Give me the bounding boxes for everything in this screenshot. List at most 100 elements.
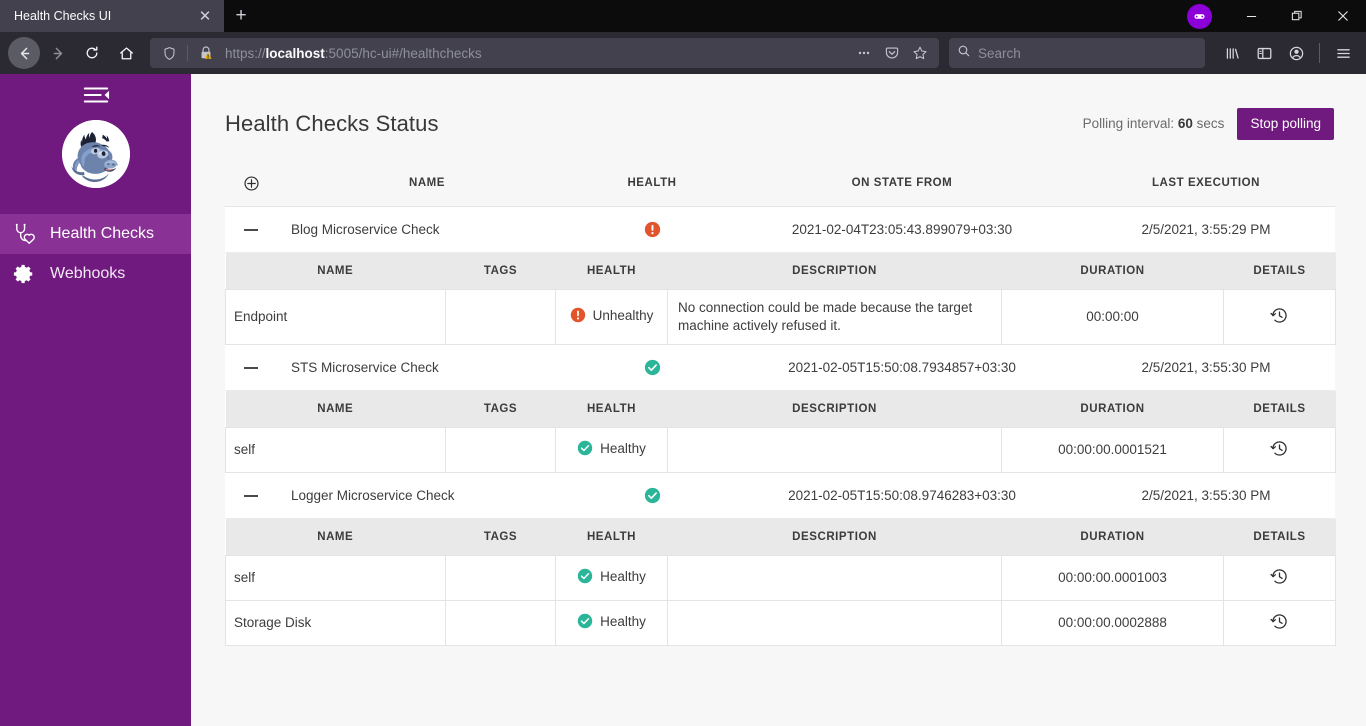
row-name: Logger Microservice Check [277, 472, 577, 519]
detail-entries-table: NAME TAGS HEALTH DESCRIPTION DURATION DETAILS… [225, 390, 1336, 473]
detail-details[interactable] [1223, 426, 1336, 473]
titlebar-right-group [1187, 0, 1366, 32]
polling-interval-text: Polling interval: 60 secs [1083, 116, 1225, 131]
health-status-badge: Unhealthy [570, 307, 654, 323]
detail-description [667, 599, 1002, 646]
minus-icon[interactable] [244, 495, 258, 498]
collapse-row-button[interactable] [225, 472, 277, 519]
detail-header-row: NAME TAGS HEALTH DESCRIPTION DURATION DETAILS [225, 252, 1336, 290]
page-header: Health Checks Status Polling interval: 6… [225, 108, 1334, 140]
close-tab-icon[interactable]: ✕ [192, 3, 218, 29]
minus-icon[interactable] [244, 228, 258, 231]
sidebar-icon[interactable] [1249, 38, 1279, 68]
pocket-icon[interactable] [879, 41, 905, 65]
page-actions-more-icon[interactable] [851, 41, 877, 65]
history-clock-icon[interactable] [1270, 612, 1289, 631]
detail-tags [445, 426, 556, 473]
avatar [61, 120, 130, 188]
detail-column-description: DESCRIPTION [667, 252, 1002, 290]
page-viewport: Health Checks Webhooks Health Checks Sta… [0, 74, 1366, 726]
browser-window: Health Checks UI ✕ + https://localhost:5… [0, 0, 1366, 726]
detail-details[interactable] [1223, 554, 1336, 601]
collapse-menu-icon[interactable] [82, 84, 110, 106]
collapse-row-button[interactable] [225, 206, 277, 253]
detail-column-tags: TAGS [445, 252, 556, 290]
polling-prefix: Polling interval: [1082, 116, 1175, 132]
reload-icon[interactable] [76, 37, 108, 69]
detail-duration: 00:00:00.0001003 [1001, 554, 1224, 601]
history-clock-icon[interactable] [1270, 306, 1289, 325]
detail-row: Storage Disk Healthy 00:00:00.0002888 [225, 599, 1336, 646]
column-header-last-execution: LAST EXECUTION [1077, 161, 1335, 207]
row-last-execution: 2/5/2021, 3:55:30 PM [1077, 344, 1335, 391]
row-name: Blog Microservice Check [277, 206, 577, 253]
detail-column-name: NAME [225, 518, 446, 556]
detail-details[interactable] [1223, 599, 1336, 646]
history-clock-icon[interactable] [1270, 439, 1289, 458]
detail-row: self Healthy 00:00:00.0001003 [225, 554, 1336, 601]
gear-icon [11, 263, 37, 285]
back-arrow-icon[interactable] [8, 37, 40, 69]
row-last-execution: 2/5/2021, 3:55:29 PM [1077, 206, 1335, 253]
collapse-row-button[interactable] [225, 344, 277, 391]
sidebar-item-health-checks[interactable]: Health Checks [0, 214, 191, 254]
detail-details[interactable] [1223, 288, 1336, 345]
detail-name: self [225, 554, 446, 601]
close-window-button[interactable] [1320, 0, 1366, 32]
table-row[interactable]: Logger Microservice Check 2021-02-05T15:5… [225, 472, 1335, 519]
expand-all-header [225, 161, 277, 207]
sidebar-item-label: Webhooks [50, 265, 126, 282]
circle-plus-icon[interactable] [243, 175, 260, 192]
detail-header-row: NAME TAGS HEALTH DESCRIPTION DURATION DETAILS [225, 390, 1336, 428]
history-clock-icon[interactable] [1270, 567, 1289, 586]
address-bar-actions [851, 41, 933, 65]
detail-header-row: NAME TAGS HEALTH DESCRIPTION DURATION DETAILS [225, 518, 1336, 556]
search-input[interactable]: Search [949, 38, 1205, 68]
detail-column-duration: DURATION [1001, 518, 1224, 556]
forward-arrow-icon[interactable] [42, 37, 74, 69]
address-bar-url: https://localhost:5005/hc-ui#/healthchec… [225, 45, 482, 61]
row-last-execution: 2/5/2021, 3:55:30 PM [1077, 472, 1335, 519]
star-bookmark-icon[interactable] [907, 41, 933, 65]
stop-polling-button[interactable]: Stop polling [1237, 108, 1334, 140]
browser-tab[interactable]: Health Checks UI ✕ [0, 0, 224, 32]
detail-entries-wrap: NAME TAGS HEALTH DESCRIPTION DURATION DETAILS… [225, 518, 1336, 646]
table-body: Blog Microservice Check 2021-02-04T23:05:… [225, 206, 1336, 646]
health-status-label: Healthy [600, 613, 646, 629]
table-row[interactable]: STS Microservice Check 2021-02-05T15:50:0… [225, 344, 1335, 391]
tracking-protection-shield-icon[interactable] [156, 41, 182, 65]
detail-name: Storage Disk [225, 599, 446, 646]
detail-column-duration: DURATION [1001, 252, 1224, 290]
detail-health: Healthy [555, 426, 668, 473]
unhealthy-status-icon [644, 221, 661, 238]
account-icon[interactable] [1281, 38, 1311, 68]
restore-window-button[interactable] [1274, 0, 1320, 32]
minimize-window-button[interactable] [1228, 0, 1274, 32]
home-icon[interactable] [110, 37, 142, 69]
health-status-label: Unhealthy [592, 307, 654, 323]
minus-icon[interactable] [244, 367, 258, 370]
row-health [577, 472, 727, 519]
detail-health: Healthy [555, 554, 668, 601]
detail-column-description: DESCRIPTION [667, 390, 1002, 428]
extension-badge-icon[interactable] [1187, 3, 1212, 29]
detail-cell: NAME TAGS HEALTH DESCRIPTION DURATION DETAILS… [225, 390, 1336, 473]
address-bar[interactable]: https://localhost:5005/hc-ui#/healthchec… [150, 38, 939, 68]
health-status-label: Healthy [600, 568, 646, 584]
detail-column-details: DETAILS [1223, 252, 1336, 290]
detail-column-tags: TAGS [445, 518, 556, 556]
health-checks-table: NAME HEALTH ON STATE FROM LAST EXECUTION… [225, 161, 1336, 646]
polling-controls: Polling interval: 60 secs Stop polling [1083, 108, 1334, 140]
detail-column-tags: TAGS [445, 390, 556, 428]
polling-suffix: secs [1196, 116, 1225, 132]
sidebar-item-webhooks[interactable]: Webhooks [0, 254, 191, 294]
detail-column-name: NAME [225, 390, 446, 428]
insecure-lock-warning-icon[interactable] [193, 41, 219, 65]
library-icon[interactable] [1217, 38, 1247, 68]
table-detail-row: NAME TAGS HEALTH DESCRIPTION DURATION DETAILS… [225, 390, 1336, 473]
sidebar-item-label: Health Checks [50, 225, 155, 242]
app-menu-icon[interactable] [1328, 38, 1358, 68]
detail-tags [445, 554, 556, 601]
new-tab-button[interactable]: + [224, 0, 258, 32]
table-row[interactable]: Blog Microservice Check 2021-02-04T23:05:… [225, 206, 1335, 253]
